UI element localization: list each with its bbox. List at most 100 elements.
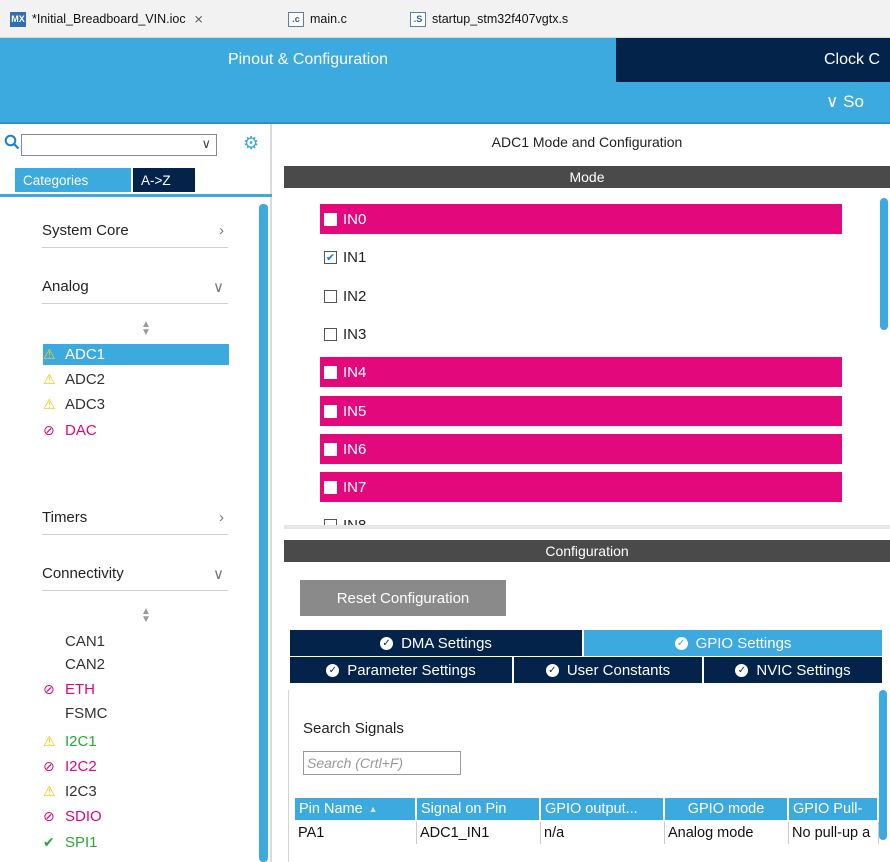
sort-icon[interactable]: ▲ ▼ [141, 320, 151, 338]
software-packs-menu[interactable]: ∨ So [826, 92, 864, 112]
mode-item-in6[interactable]: IN6 [320, 434, 842, 464]
gpio-settings-content: Search Signals Search (Crtl+F) Pin Name ▲… [288, 690, 888, 862]
column-header-gpio-pull[interactable]: GPIO Pull- [789, 798, 879, 820]
tab-gpio-settings[interactable]: ✓ GPIO Settings [584, 630, 882, 656]
tab-a-to-z[interactable]: A->Z [133, 168, 195, 192]
tab-clock-configuration[interactable]: Clock C [616, 38, 890, 82]
list-item-can2[interactable]: CAN2 [43, 654, 105, 675]
tab-pinout-configuration[interactable]: Pinout & Configuration [0, 38, 616, 82]
list-item-adc2[interactable]: ⚠ ADC2 [43, 369, 105, 390]
reset-configuration-button[interactable]: Reset Configuration [300, 580, 506, 616]
list-item-adc3[interactable]: ⚠ ADC3 [43, 394, 105, 415]
mode-item-in3[interactable]: IN3 [320, 319, 366, 349]
list-item-i2c1[interactable]: ⚠ I2C1 [43, 731, 97, 752]
search-signals-label: Search Signals [303, 720, 404, 737]
editor-tab-bar: MX *Initial_Breadboard_VIN.ioc ⨯ .c main… [0, 0, 890, 38]
list-item-spi1[interactable]: ✔ SPI1 [43, 832, 98, 853]
item-label: I2C3 [65, 783, 97, 800]
category-analog[interactable]: Analog ∨ [42, 270, 228, 304]
category-search-combo[interactable]: ∨ [21, 134, 217, 156]
disabled-icon: ⊘ [43, 808, 55, 824]
mode-item-in0[interactable]: IN0 [320, 204, 842, 234]
configuration-header: Configuration [284, 540, 890, 562]
checkbox[interactable] [324, 327, 337, 341]
category-label: Analog [42, 278, 89, 295]
column-header-signal[interactable]: Signal on Pin [417, 798, 541, 820]
top-tab-bar: Pinout & Configuration Clock C [0, 38, 890, 82]
tab-categories[interactable]: Categories [15, 168, 131, 192]
item-label: FSMC [65, 705, 108, 722]
check-circle-icon: ✓ [380, 636, 394, 650]
column-header-pin-name[interactable]: Pin Name ▲ [295, 798, 417, 820]
warning-icon: ⚠ [43, 346, 56, 362]
mode-item-in4[interactable]: IN4 [320, 357, 842, 387]
item-label: I2C2 [65, 758, 97, 775]
splitter[interactable] [284, 525, 890, 529]
list-item-fsmc[interactable]: FSMC [43, 703, 108, 724]
tab-dma-settings[interactable]: ✓ DMA Settings [290, 630, 582, 656]
gpio-scrollbar[interactable] [879, 690, 887, 840]
gear-icon[interactable]: ⚙ [243, 133, 259, 154]
editor-tab-startup-s[interactable]: .S startup_stm32f407vgtx.s [410, 6, 568, 32]
checkbox[interactable] [324, 480, 337, 494]
column-header-gpio-mode[interactable]: GPIO mode [665, 798, 789, 820]
checkbox[interactable] [324, 365, 337, 379]
category-system-core[interactable]: System Core › [42, 214, 228, 248]
category-connectivity[interactable]: Connectivity ∨ [42, 557, 228, 591]
list-item-eth[interactable]: ⊘ ETH [43, 679, 95, 700]
sort-icon[interactable]: ▲ ▼ [141, 607, 151, 625]
checkbox-checked[interactable]: ✔ [324, 250, 337, 264]
category-timers[interactable]: Timers › [42, 501, 228, 535]
search-signals-input[interactable]: Search (Crtl+F) [303, 751, 461, 775]
checkbox[interactable] [324, 404, 337, 418]
s-file-icon: .S [410, 11, 426, 27]
column-header-gpio-output[interactable]: GPIO output... [541, 798, 665, 820]
sub-toolbar: ∨ So [0, 82, 890, 124]
list-item-can1[interactable]: CAN1 [43, 631, 105, 652]
warning-icon: ⚠ [43, 783, 56, 799]
list-item-adc1[interactable]: ⚠ ADC1 [43, 344, 229, 365]
tab-user-constants[interactable]: ✓ User Constants [514, 657, 702, 683]
warning-icon: ⚠ [43, 396, 56, 412]
tab-parameter-settings[interactable]: ✓ Parameter Settings [290, 657, 512, 683]
category-label: Connectivity [42, 565, 124, 582]
item-label: CAN2 [65, 656, 106, 673]
table-row[interactable]: PA1 ADC1_IN1 n/a Analog mode No pull-up … [295, 822, 879, 844]
item-label: I2C1 [65, 733, 97, 750]
mode-item-in2[interactable]: IN2 [320, 281, 366, 311]
chevron-down-icon: ∨ [213, 565, 224, 583]
category-search-row: ∨ ⚙ [0, 130, 272, 158]
cell-gpio-pull: No pull-up a [789, 822, 879, 844]
list-item-i2c2[interactable]: ⊘ I2C2 [43, 756, 97, 777]
mode-item-label: IN0 [343, 210, 367, 228]
mode-item-in8[interactable]: IN8 [320, 510, 366, 526]
categories-panel: ∨ ⚙ Categories A->Z System Core › Analog… [0, 124, 272, 862]
close-icon[interactable]: ⨯ [194, 12, 204, 26]
mode-scrollbar[interactable] [880, 198, 888, 330]
tab-label: Parameter Settings [347, 661, 476, 679]
tab-nvic-settings[interactable]: ✓ NVIC Settings [704, 657, 882, 683]
left-scrollbar[interactable] [259, 204, 268, 862]
checkbox[interactable] [324, 289, 337, 303]
cell-gpio-output: n/a [541, 822, 665, 844]
editor-tab-main-c[interactable]: .c main.c [288, 6, 347, 32]
editor-tab-ioc[interactable]: MX *Initial_Breadboard_VIN.ioc ⨯ [10, 6, 204, 32]
item-label: SDIO [65, 808, 102, 825]
checkbox[interactable] [324, 212, 337, 226]
disabled-icon: ⊘ [43, 681, 55, 697]
check-circle-icon: ✓ [545, 663, 559, 677]
chevron-right-icon: › [219, 509, 224, 526]
mode-item-label: IN5 [343, 402, 367, 420]
header-label: Pin Name [299, 801, 363, 817]
mode-configuration-panel: ADC1 Mode and Configuration Mode IN0 ✔ IN… [284, 124, 890, 862]
mode-item-in7[interactable]: IN7 [320, 472, 842, 502]
gpio-table-header: Pin Name ▲ Signal on Pin GPIO output... G… [295, 798, 879, 820]
chevron-down-icon: ∨ [213, 278, 224, 296]
mode-item-in5[interactable]: IN5 [320, 396, 842, 426]
chevron-right-icon: › [219, 222, 224, 239]
list-item-i2c3[interactable]: ⚠ I2C3 [43, 781, 97, 802]
mode-item-in1[interactable]: ✔ IN1 [320, 242, 366, 272]
list-item-sdio[interactable]: ⊘ SDIO [43, 806, 102, 827]
checkbox[interactable] [324, 442, 337, 456]
list-item-dac[interactable]: ⊘ DAC [43, 420, 97, 441]
